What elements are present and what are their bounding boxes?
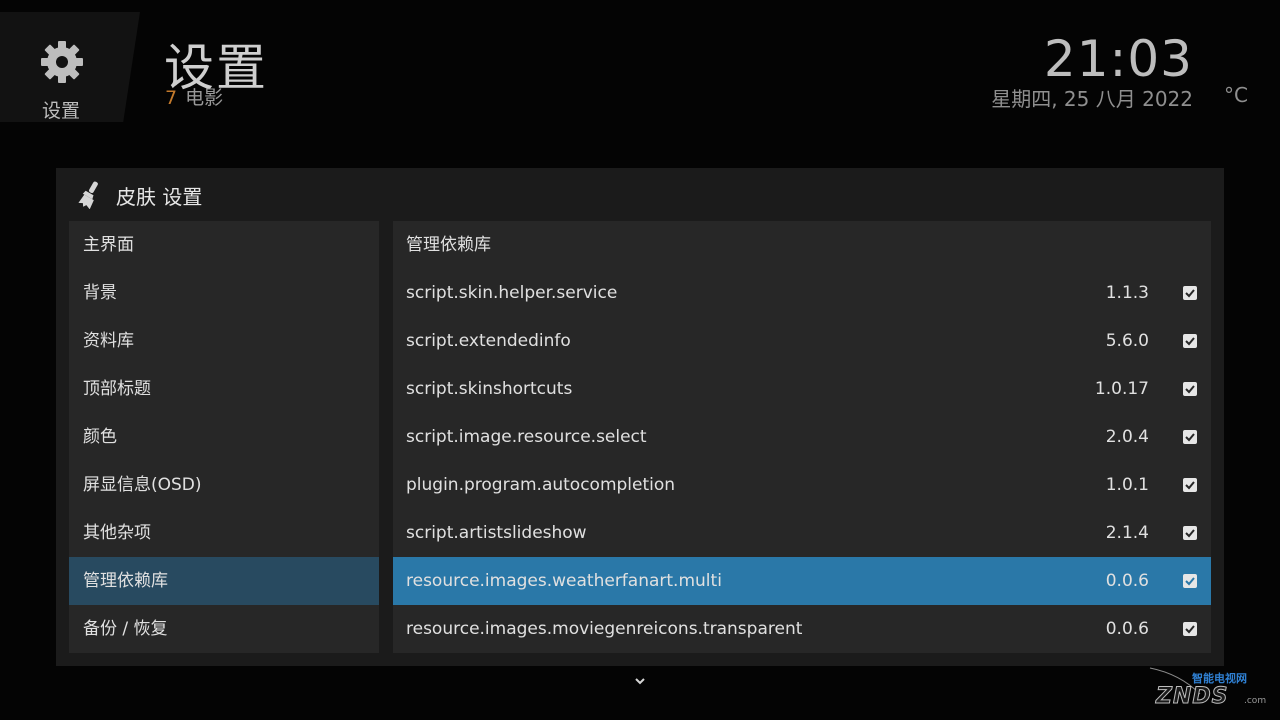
category-item-selected[interactable]: 管理依赖库: [69, 557, 379, 605]
dependency-version: 1.1.3: [1105, 283, 1149, 303]
dependency-row[interactable]: resource.images.moviegenreicons.transpar…: [393, 605, 1211, 653]
dependency-name: script.skinshortcuts: [406, 379, 573, 399]
clock: 21:03: [1043, 30, 1193, 88]
settings-home-button[interactable]: 设置: [0, 12, 140, 122]
watermark-logo: 智能电视网 ZNDS .com: [1140, 664, 1270, 714]
dependency-row[interactable]: script.artistslideshow 2.1.4: [393, 509, 1211, 557]
dependency-row[interactable]: script.skinshortcuts 1.0.17: [393, 365, 1211, 413]
dependency-version: 2.0.4: [1105, 427, 1149, 447]
checkbox-checked-icon[interactable]: [1183, 526, 1197, 540]
category-item[interactable]: 资料库: [69, 317, 379, 365]
checkbox-checked-icon[interactable]: [1183, 334, 1197, 348]
category-item[interactable]: 屏显信息(OSD): [69, 461, 379, 509]
category-item[interactable]: 主界面: [69, 221, 379, 269]
chevron-down-icon[interactable]: [633, 674, 647, 688]
dependency-name: resource.images.moviegenreicons.transpar…: [406, 619, 803, 639]
dependency-list: 管理依赖库 script.skin.helper.service 1.1.3 s…: [393, 221, 1211, 653]
dependency-name: resource.images.weatherfanart.multi: [406, 571, 722, 591]
date-text: 星期四, 25 八月 2022: [991, 87, 1193, 111]
gear-icon: [41, 41, 83, 83]
category-item[interactable]: 颜色: [69, 413, 379, 461]
category-item[interactable]: 备份 / 恢复: [69, 605, 379, 653]
dependency-version: 0.0.6: [1105, 571, 1149, 591]
dialog-title: 皮肤 设置: [116, 184, 203, 209]
dependency-name: script.artistslideshow: [406, 523, 587, 543]
dependency-row[interactable]: script.skin.helper.service 1.1.3: [393, 269, 1211, 317]
settings-icon-label: 设置: [41, 100, 80, 122]
dependency-name: plugin.program.autocompletion: [406, 475, 676, 495]
dependency-row-selected[interactable]: resource.images.weatherfanart.multi 0.0.…: [393, 557, 1211, 605]
temperature-text: °C: [1224, 83, 1248, 107]
checkbox-checked-icon[interactable]: [1183, 382, 1197, 396]
brush-icon: [78, 181, 98, 209]
category-list: 主界面 背景 资料库 顶部标题 颜色 屏显信息(OSD) 其他杂项 管理依赖库 …: [69, 221, 379, 653]
dependency-version: 1.0.1: [1105, 475, 1149, 495]
list-heading: 管理依赖库: [406, 235, 491, 255]
category-item[interactable]: 顶部标题: [69, 365, 379, 413]
dependency-version: 1.0.17: [1094, 379, 1149, 399]
watermark-logo-text: ZNDS: [1155, 684, 1229, 710]
subtitle-text: 电影: [185, 87, 224, 109]
dependency-row[interactable]: script.extendedinfo 5.6.0: [393, 317, 1211, 365]
checkbox-checked-icon[interactable]: [1183, 622, 1197, 636]
checkbox-checked-icon[interactable]: [1183, 574, 1197, 588]
dependency-row[interactable]: plugin.program.autocompletion 1.0.1: [393, 461, 1211, 509]
dependency-version: 2.1.4: [1105, 523, 1149, 543]
watermark-suffix: .com: [1244, 696, 1267, 706]
dependency-name: script.image.resource.select: [406, 427, 647, 447]
checkbox-checked-icon[interactable]: [1183, 286, 1197, 300]
skin-settings-dialog: 皮肤 设置 主界面 背景 资料库 顶部标题 颜色 屏显信息(OSD) 其他杂项 …: [56, 168, 1224, 666]
dependency-name: script.skin.helper.service: [406, 283, 618, 303]
dialog-header: 皮肤 设置: [78, 180, 202, 210]
dependency-row[interactable]: script.image.resource.select 2.0.4: [393, 413, 1211, 461]
category-item[interactable]: 背景: [69, 269, 379, 317]
dependency-version: 5.6.0: [1105, 331, 1149, 351]
checkbox-checked-icon[interactable]: [1183, 478, 1197, 492]
dependency-version: 0.0.6: [1105, 619, 1149, 639]
page-subtitle: 7 电影: [165, 83, 223, 110]
category-item[interactable]: 其他杂项: [69, 509, 379, 557]
item-count: 7: [165, 87, 178, 109]
dependency-name: script.extendedinfo: [406, 331, 571, 351]
checkbox-checked-icon[interactable]: [1183, 430, 1197, 444]
